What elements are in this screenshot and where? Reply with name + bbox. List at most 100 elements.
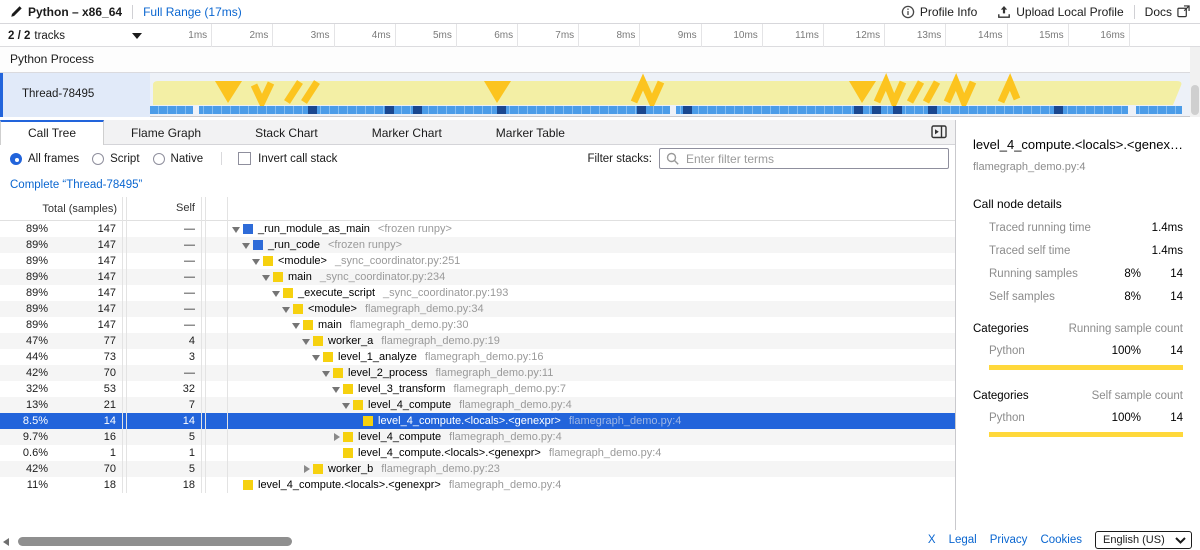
twisty-expanded-icon[interactable] (291, 317, 303, 333)
call-tree-row[interactable]: 89%147—<module>flamegraph_demo.py:34 (0, 301, 955, 317)
twisty-expanded-icon[interactable] (301, 333, 313, 349)
radio-script[interactable]: Script (92, 153, 139, 165)
category-label: Python (989, 412, 1103, 424)
call-tree-row[interactable]: 89%147—_run_code<frozen runpy> (0, 237, 955, 253)
icon-cell (205, 429, 227, 445)
tab-marker-chart[interactable]: Marker Chart (345, 120, 469, 144)
call-tree-row[interactable]: 89%147—_execute_script_sync_coordinator.… (0, 285, 955, 301)
footer-link-x[interactable]: X (928, 534, 936, 546)
function-name: level_3_transform (358, 381, 445, 397)
total-percent: 47% (0, 333, 48, 349)
vertical-scrollbar[interactable] (1190, 47, 1200, 117)
main-panel: Call TreeFlame GraphStack ChartMarker Ch… (0, 120, 955, 530)
scroll-left-arrow-icon[interactable] (3, 538, 9, 546)
ruler-tick-label: 11ms (759, 24, 819, 47)
call-tree-row[interactable]: 89%147—main_sync_coordinator.py:234 (0, 269, 955, 285)
horizontal-scrollbar[interactable] (0, 536, 320, 548)
tab-flame-graph[interactable]: Flame Graph (104, 120, 228, 144)
total-percent: 9.7% (0, 429, 48, 445)
sidebar-toggle-icon[interactable] (931, 125, 947, 139)
tree-cell: level_4_compute.<locals>.<genexpr>flameg… (227, 413, 955, 429)
filter-input[interactable] (659, 148, 949, 169)
footer-link-privacy[interactable]: Privacy (990, 534, 1028, 546)
function-name: _run_module_as_main (258, 221, 370, 237)
total-cell: 89%147 (0, 269, 126, 285)
tab-marker-table[interactable]: Marker Table (469, 120, 592, 144)
invert-call-stack-checkbox[interactable]: Invert call stack (221, 152, 337, 165)
tab-call-tree[interactable]: Call Tree (0, 120, 104, 145)
process-track-header[interactable]: Python Process (0, 47, 1200, 73)
breadcrumb[interactable]: Complete “Thread-78495” (10, 179, 142, 191)
total-count: 77 (48, 333, 126, 349)
twisty-expanded-icon[interactable] (321, 365, 333, 381)
profile-info-button[interactable]: Profile Info (891, 5, 987, 19)
function-name: level_4_compute (368, 397, 451, 413)
tree-cell: worker_bflamegraph_demo.py:23 (227, 461, 955, 477)
call-tree-row[interactable]: 89%147—mainflamegraph_demo.py:30 (0, 317, 955, 333)
twisty-expanded-icon[interactable] (231, 221, 243, 237)
column-divider (122, 197, 123, 493)
detail-label: Traced running time (989, 222, 1103, 234)
docs-button[interactable]: Docs (1135, 5, 1200, 19)
call-tree-row[interactable]: 89%147—<module>_sync_coordinator.py:251 (0, 253, 955, 269)
profile-name-button[interactable]: Python – x86_64 (0, 5, 132, 19)
twisty-collapsed-icon[interactable] (301, 461, 313, 477)
function-name: level_1_analyze (338, 349, 417, 365)
vertical-scrollbar-thumb[interactable] (1191, 85, 1199, 115)
call-tree-row[interactable]: 11%1818level_4_compute.<locals>.<genexpr… (0, 477, 955, 493)
twisty-expanded-icon[interactable] (261, 269, 273, 285)
call-tree-row[interactable]: 9.7%165level_4_computeflamegraph_demo.py… (0, 429, 955, 445)
category-color-icon (323, 352, 333, 362)
language-select[interactable]: English (US) (1095, 531, 1192, 549)
radio-icon (10, 153, 22, 165)
category-color-icon (243, 480, 253, 490)
column-header-total: Total (samples) (0, 197, 126, 220)
call-tree-row[interactable]: 8.5%1414level_4_compute.<locals>.<genexp… (0, 413, 955, 429)
call-tree-row[interactable]: 42%70—level_2_processflamegraph_demo.py:… (0, 365, 955, 381)
call-tree-row[interactable]: 44%733level_1_analyzeflamegraph_demo.py:… (0, 349, 955, 365)
self-cell: 14 (126, 413, 205, 429)
detail-label: Traced self time (989, 245, 1103, 257)
file-location: flamegraph_demo.py:4 (459, 397, 572, 413)
twisty-expanded-icon[interactable] (251, 253, 263, 269)
twisty-expanded-icon[interactable] (331, 381, 343, 397)
twisty-collapsed-icon[interactable] (331, 429, 343, 445)
detail-label: Running samples (989, 268, 1103, 280)
horizontal-scrollbar-thumb[interactable] (18, 537, 292, 546)
icon-cell (205, 301, 227, 317)
self-cell: 5 (126, 461, 205, 477)
total-percent: 13% (0, 397, 48, 413)
radio-native[interactable]: Native (153, 153, 204, 165)
thread-track: Thread-78495 (0, 73, 1200, 117)
twisty-expanded-icon[interactable] (281, 301, 293, 317)
full-range-link[interactable]: Full Range (17ms) (133, 5, 252, 19)
total-cell: 44%73 (0, 349, 126, 365)
upload-button[interactable]: Upload Local Profile (987, 5, 1133, 19)
icon-cell (205, 477, 227, 493)
radio-all-frames[interactable]: All frames (10, 153, 79, 165)
thread-activity-graph[interactable] (150, 73, 1190, 116)
icon-cell (205, 445, 227, 461)
twisty-expanded-icon[interactable] (241, 237, 253, 253)
footer-link-legal[interactable]: Legal (949, 534, 977, 546)
call-tree-row[interactable]: 42%705worker_bflamegraph_demo.py:23 (0, 461, 955, 477)
timeline-ruler[interactable]: 2 / 2 tracks 1ms2ms3ms4ms5ms6ms7ms8ms9ms… (0, 24, 1200, 47)
call-tree-row[interactable]: 32%5332level_3_transformflamegraph_demo.… (0, 381, 955, 397)
call-tree-row[interactable]: 47%774worker_aflamegraph_demo.py:19 (0, 333, 955, 349)
radio-label: Native (171, 153, 204, 165)
total-count: 53 (48, 381, 126, 397)
thread-track-label[interactable]: Thread-78495 (0, 73, 150, 117)
call-tree-row[interactable]: 13%217level_4_computeflamegraph_demo.py:… (0, 397, 955, 413)
twisty-expanded-icon[interactable] (311, 349, 323, 365)
checkbox-icon (238, 152, 251, 165)
twisty-expanded-icon[interactable] (271, 285, 283, 301)
twisty-expanded-icon[interactable] (341, 397, 353, 413)
total-percent: 89% (0, 285, 48, 301)
footer-link-cookies[interactable]: Cookies (1040, 534, 1082, 546)
call-tree-row[interactable]: 0.6%11level_4_compute.<locals>.<genexpr>… (0, 445, 955, 461)
call-tree-row[interactable]: 89%147—_run_module_as_main<frozen runpy> (0, 221, 955, 237)
tab-stack-chart[interactable]: Stack Chart (228, 120, 345, 144)
tracks-dropdown[interactable]: 2 / 2 tracks (0, 24, 150, 47)
self-cell: — (126, 365, 205, 381)
function-name: level_4_compute.<locals>.<genexpr> (258, 477, 441, 493)
